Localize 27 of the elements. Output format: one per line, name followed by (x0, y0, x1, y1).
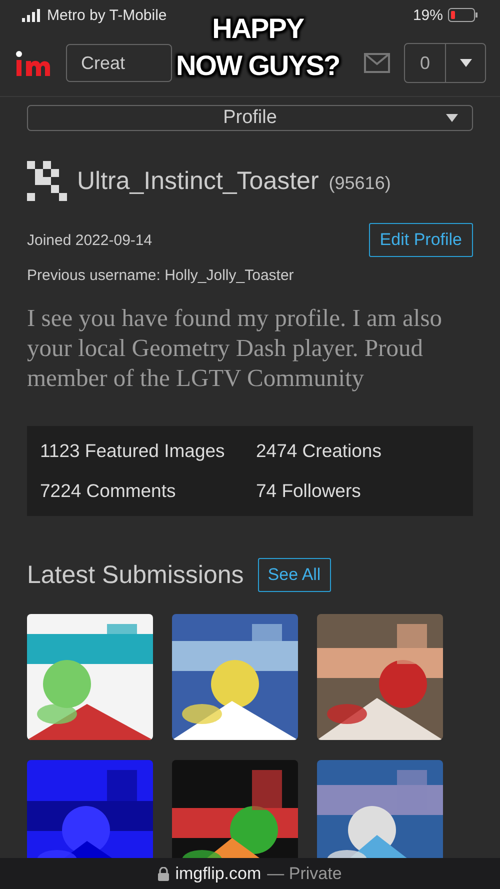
stat-label[interactable]: 2474 Creations (256, 440, 460, 462)
battery-percent: 19% (412, 6, 443, 24)
profile-bio: I see you have found my profile. I am also your local Geometry Dash player. Proud member of the LGTV Community (27, 304, 444, 394)
create-button[interactable]: Creat (66, 44, 172, 82)
edit-profile-button[interactable]: Edit Profile (368, 223, 473, 257)
see-all-button[interactable]: See All (258, 558, 331, 592)
profile-dropdown[interactable]: Profile (27, 105, 473, 131)
joined-date: Joined 2022-09-14 (27, 232, 152, 248)
signal-icon (22, 8, 42, 22)
stat-label[interactable]: 74 Followers (256, 480, 460, 502)
caret-icon (446, 114, 458, 122)
caret-icon (460, 59, 472, 67)
carrier-name: Metro by T-Mobile (47, 6, 167, 24)
user-points: (95616) (328, 172, 391, 194)
url-domain[interactable]: imgflip.com (175, 864, 262, 884)
section-title: Latest Submissions (27, 560, 244, 590)
stat-label[interactable]: 1123 Featured Images (40, 440, 256, 462)
mail-icon[interactable] (364, 53, 390, 73)
avatar-icon (27, 161, 67, 201)
lock-icon (158, 866, 170, 880)
logo-icon[interactable] (16, 49, 52, 77)
previous-username: Previous username: Holly_Jolly_Toaster (27, 267, 295, 284)
stat-label[interactable]: 7224 Comments (40, 480, 256, 502)
browsing-mode: — Private (267, 864, 342, 884)
meme-caption: HAPPY NOW GUYS? (176, 12, 340, 83)
username: Ultra_Instinct_Toaster (77, 166, 319, 196)
battery-icon (448, 8, 478, 22)
